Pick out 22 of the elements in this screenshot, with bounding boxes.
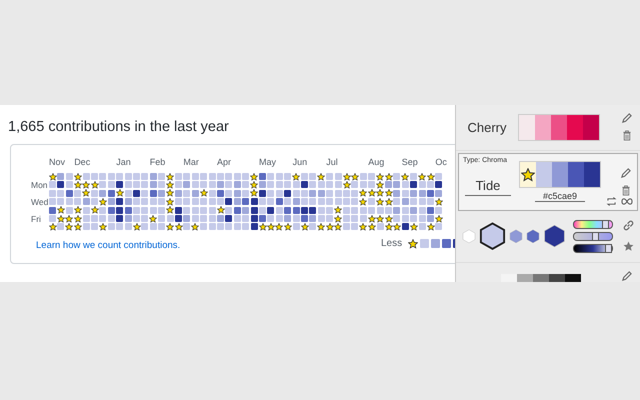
- month-label: Apr: [217, 157, 232, 167]
- month-label: Dec: [74, 157, 90, 167]
- hex-field[interactable]: #c5cae9: [534, 191, 586, 202]
- month-label: Jun: [292, 157, 308, 167]
- month-label: Mar: [183, 157, 199, 167]
- month-label: Jan: [116, 157, 131, 167]
- day-label: Mon: [31, 180, 48, 190]
- month-label: May: [259, 157, 276, 167]
- palette-card[interactable]: Cherry: [456, 105, 640, 151]
- legend-label: Less: [381, 238, 402, 249]
- palette-name[interactable]: Tide: [465, 178, 511, 196]
- contributions-title: 1,665 contributions in the last year: [8, 119, 229, 135]
- month-label: Oc: [435, 157, 447, 167]
- month-label: Feb: [150, 157, 166, 167]
- month-label: Jul: [326, 157, 338, 167]
- day-label: Fri: [31, 214, 41, 224]
- learn-link[interactable]: Learn how we count contributions.: [36, 240, 180, 251]
- day-label: Wed: [31, 197, 48, 208]
- month-label: Sep: [402, 157, 418, 167]
- palette-name[interactable]: Cherry: [464, 120, 510, 135]
- month-label: Aug: [368, 157, 384, 167]
- month-label: Nov: [49, 157, 66, 167]
